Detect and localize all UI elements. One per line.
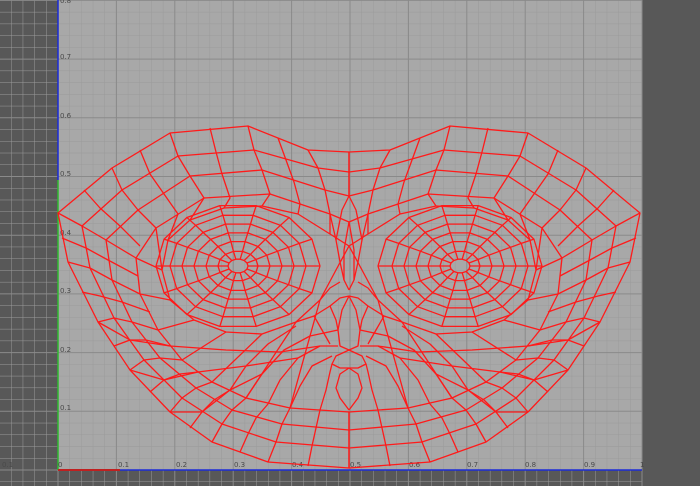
v-tick-label: 0.3 xyxy=(60,287,71,295)
v-tick-label: 0.6 xyxy=(60,112,72,120)
u-tick-label: 0.1 xyxy=(2,461,13,469)
u-tick-label: 0.1 xyxy=(118,461,129,469)
u-tick-label: 0.7 xyxy=(467,461,478,469)
v-tick-label: 0.8 xyxy=(60,0,71,5)
u-tick-label: 0.3 xyxy=(234,461,245,469)
v-tick-label: 0.5 xyxy=(60,170,71,178)
u-tick-label: 0.8 xyxy=(525,461,536,469)
v-tick-label: 0.1 xyxy=(60,404,71,412)
v-tick-label: 0.7 xyxy=(60,53,71,61)
u-tick-label: 0 xyxy=(58,461,62,469)
u-tick-label: 0.2 xyxy=(176,461,187,469)
uv-canvas[interactable]: 0.1 0 0.1 0.2 0.3 0.4 0.5 0.6 0.7 0.8 0.9 10.80.70.… xyxy=(0,0,700,486)
uv-editor-viewport[interactable]: 0.1 0 0.1 0.2 0.3 0.4 0.5 0.6 0.7 0.8 0.9 1 0.8 0.7 0.… xyxy=(0,0,700,486)
v-tick-label: 0.2 xyxy=(60,346,71,354)
u-tick-label: 1 xyxy=(640,461,644,469)
u-tick-label: 0.9 xyxy=(584,461,595,469)
